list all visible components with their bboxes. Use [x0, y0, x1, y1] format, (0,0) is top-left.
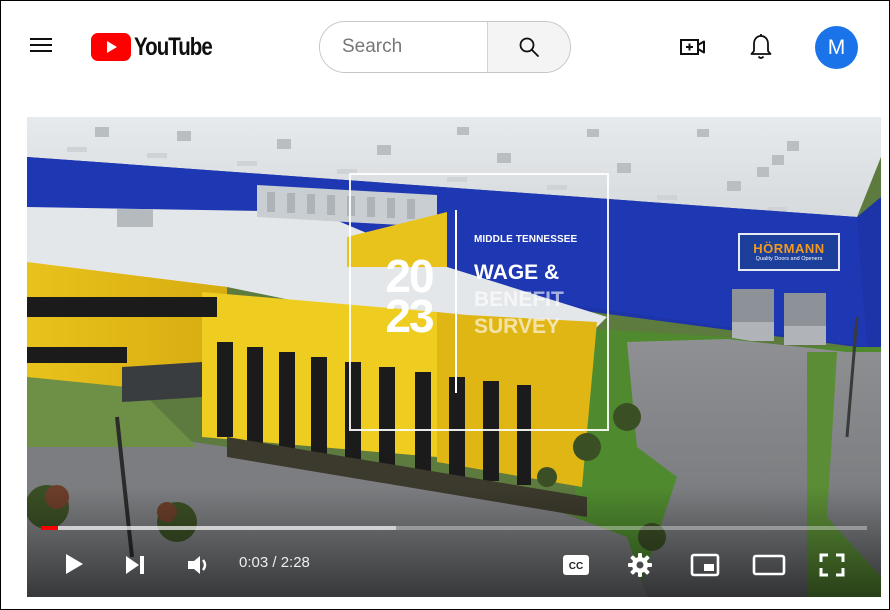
youtube-play-logo-icon — [91, 33, 131, 61]
building-sign-name: HÖRMANN — [753, 240, 825, 256]
notifications-button[interactable] — [746, 31, 776, 63]
progress-bar[interactable] — [41, 526, 867, 530]
fullscreen-icon — [819, 553, 845, 577]
building-sign: HÖRMANN Quality Doors and Openers — [738, 233, 840, 271]
search-input[interactable] — [320, 22, 487, 72]
progress-loaded — [41, 526, 397, 530]
create-button[interactable] — [677, 33, 709, 61]
settings-button[interactable] — [623, 549, 657, 581]
volume-icon — [188, 556, 207, 574]
overlay-title-line3: SURVEY — [474, 315, 560, 338]
play-button[interactable] — [57, 547, 91, 581]
bell-icon — [750, 34, 772, 59]
overlay-title-line1: WAGE & — [474, 261, 560, 284]
video-player[interactable]: 20 23 MIDDLE TENNESSEE WAGE & BENEFIT SU… — [27, 117, 881, 597]
title-card-divider — [455, 210, 457, 393]
volume-button[interactable] — [182, 549, 216, 581]
overlay-year-bottom: 23 — [385, 290, 434, 342]
page-frame: YouTube Search M 20 23 MIDDLE TENNESSEE … — [0, 0, 890, 610]
captions-button[interactable]: CC — [559, 550, 593, 580]
play-icon — [66, 554, 83, 574]
theater-icon — [752, 554, 786, 576]
building-sign-tagline: Quality Doors and Openers — [755, 255, 823, 262]
svg-text:CC: CC — [569, 561, 583, 572]
fullscreen-button[interactable] — [815, 549, 849, 581]
masthead: YouTube Search M — [1, 1, 889, 97]
avatar[interactable]: M — [815, 26, 858, 69]
time-display: 0:03 / 2:28 — [239, 554, 310, 571]
progress-played — [41, 526, 58, 530]
search-box — [319, 21, 571, 73]
search-icon — [519, 37, 539, 57]
overlay-kicker: MIDDLE TENNESSEE — [474, 234, 578, 245]
settings-icon — [628, 553, 652, 577]
overlay-year: 20 23 — [374, 253, 444, 342]
hamburger-menu-icon[interactable] — [28, 34, 54, 56]
create-video-icon — [680, 39, 705, 55]
captions-icon: CC — [563, 555, 589, 575]
overlay-title-line2: BENEFIT — [474, 288, 564, 311]
overlay-title: WAGE & BENEFIT SURVEY — [474, 259, 614, 340]
miniplayer-button[interactable] — [687, 549, 723, 581]
miniplayer-icon — [690, 553, 720, 577]
theater-mode-button[interactable] — [749, 549, 789, 581]
youtube-logo[interactable]: YouTube — [91, 31, 229, 63]
avatar-letter: M — [827, 35, 846, 59]
next-icon — [126, 556, 144, 574]
next-button[interactable] — [119, 549, 151, 581]
search-button[interactable] — [487, 22, 570, 72]
logo-text: YouTube — [134, 32, 213, 61]
